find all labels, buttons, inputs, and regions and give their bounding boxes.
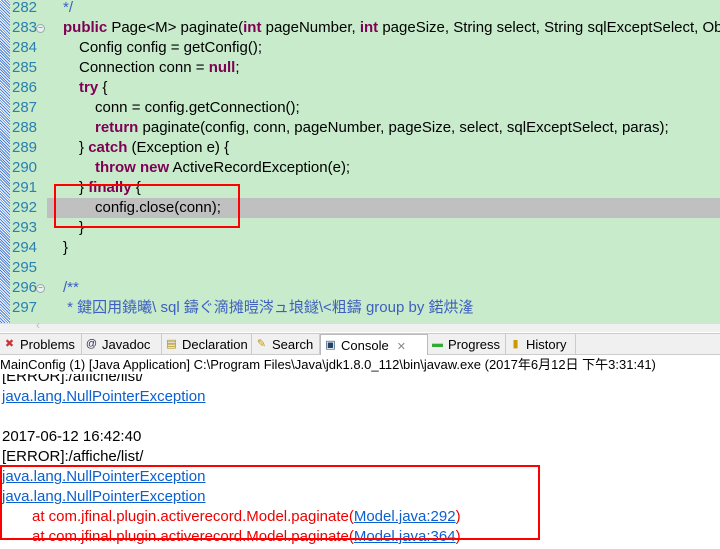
line-number: 293 xyxy=(12,219,38,236)
history-icon: ▮ xyxy=(512,338,519,350)
code-text: ; xyxy=(235,59,240,76)
keyword: public xyxy=(63,19,108,36)
keyword: null xyxy=(208,59,236,76)
scroll-left-icon[interactable]: ‹ xyxy=(36,318,40,332)
code-line[interactable]: Config config = getConfig(); xyxy=(47,38,720,58)
keyword: int xyxy=(243,19,262,36)
tab-label: Progress xyxy=(448,337,501,352)
exception-link[interactable]: java.lang.NullPointerException xyxy=(2,388,205,405)
line-number: 289 xyxy=(12,139,38,156)
code-text: paginate(config, conn, pageNumber, pageS… xyxy=(138,119,669,136)
horizontal-scrollbar[interactable]: ‹ xyxy=(0,318,720,332)
declaration-icon: ▤ xyxy=(166,338,177,350)
tab-label: Problems xyxy=(20,337,75,352)
code-line[interactable] xyxy=(47,258,720,278)
line-number: 290 xyxy=(12,159,38,176)
at-icon: @ xyxy=(85,338,98,350)
fold-toggle-icon[interactable]: − xyxy=(36,284,45,293)
code-line[interactable]: return paginate(config, conn, pageNumber… xyxy=(47,118,720,138)
code-text: pageNumber, xyxy=(261,19,360,36)
annotation-box-exceptions xyxy=(0,465,540,540)
code-line[interactable]: try { xyxy=(47,78,720,98)
tab-label: History xyxy=(526,337,567,352)
code-text: * 鍵囚用鐃曦\ sql 鑄ぐ滴摊暟涔ュ埌鐩\<粗鑄 group by 鍩烘湰 xyxy=(63,299,474,316)
fold-toggle-icon[interactable]: − xyxy=(36,24,45,33)
console-text: [ERROR]:/affiche/list/ xyxy=(2,374,144,385)
tab-label: Declaration xyxy=(182,337,248,352)
tab-console[interactable]: ▣ Console ✕ xyxy=(320,334,428,355)
code-text: conn = config.getConnection(); xyxy=(95,99,300,116)
console-icon: ▣ xyxy=(325,339,336,351)
code-text: */ xyxy=(63,0,74,16)
tab-progress[interactable]: ▬ Progress xyxy=(428,334,506,355)
code-text: /** xyxy=(63,279,79,296)
line-number: 295 xyxy=(12,259,38,276)
console-line: java.lang.NullPointerException xyxy=(2,387,205,407)
tab-label: Console xyxy=(341,338,389,353)
tab-label: Javadoc xyxy=(102,337,151,352)
overview-ruler xyxy=(0,0,10,323)
tab-label: Search xyxy=(272,337,314,352)
code-line[interactable]: */ xyxy=(47,0,720,18)
code-text: (Exception e) { xyxy=(127,139,230,156)
keyword: try xyxy=(79,79,99,96)
keyword: catch xyxy=(88,139,128,156)
code-text: { xyxy=(98,79,108,96)
tab-problems[interactable]: ✖ Problems xyxy=(0,334,82,355)
console-text: 2017-06-12 16:42:40 xyxy=(2,428,142,445)
close-icon[interactable]: ✕ xyxy=(397,341,406,353)
console-line: [ERROR]:/affiche/list/ xyxy=(2,374,143,387)
code-line[interactable]: throw new ActiveRecordException(e); xyxy=(47,158,720,178)
code-text: } xyxy=(63,239,69,256)
line-number: 287 xyxy=(12,99,38,116)
keyword: int xyxy=(359,19,379,36)
console-line: 2017-06-12 16:42:40 xyxy=(2,427,141,447)
code-text: pageSize, String select, String sqlExcep… xyxy=(382,19,720,36)
code-line[interactable]: public Page<M> paginate(int pageNumber, … xyxy=(47,18,720,38)
line-number: 286 xyxy=(12,79,38,96)
annotation-box-finally xyxy=(54,184,240,228)
code-line[interactable]: * 鍵囚用鐃曦\ sql 鑄ぐ滴摊暟涔ュ埌鐩\<粗鑄 group by 鍩烘湰 xyxy=(47,298,720,318)
line-number: 282 xyxy=(12,0,38,16)
code-text: ActiveRecordException(e); xyxy=(169,159,351,176)
tab-declaration[interactable]: ▤ Declaration xyxy=(162,334,252,355)
code-line[interactable]: /** xyxy=(47,278,720,298)
code-text: Config config = getConfig(); xyxy=(79,39,263,56)
line-number: 297 xyxy=(12,299,38,316)
code-text: Connection conn = xyxy=(79,59,209,76)
code-line[interactable]: } xyxy=(47,238,720,258)
problems-icon: ✖ xyxy=(4,338,15,350)
keyword: return xyxy=(95,119,139,136)
tab-search[interactable]: ✎ Search xyxy=(252,334,320,355)
line-number: 288 xyxy=(12,119,38,136)
code-text: } xyxy=(79,139,89,156)
keyword: throw xyxy=(95,159,136,176)
line-number: 294 xyxy=(12,239,38,256)
progress-icon: ▬ xyxy=(432,338,443,350)
console-text: [ERROR]:/affiche/list/ xyxy=(2,448,144,465)
code-editor[interactable]: 282 */283− public Page<M> paginate(int pag… xyxy=(0,0,720,323)
code-line[interactable]: } catch (Exception e) { xyxy=(47,138,720,158)
tab-history[interactable]: ▮ History xyxy=(506,334,576,355)
line-number: 285 xyxy=(12,59,38,76)
line-number: 292 xyxy=(12,199,38,216)
console-line: [ERROR]:/affiche/list/ xyxy=(2,447,143,467)
search-icon: ✎ xyxy=(256,338,267,350)
tab-javadoc[interactable]: @ Javadoc xyxy=(82,334,162,355)
console-header: MainConfig (1) [Java Application] C:\Pro… xyxy=(0,356,720,374)
line-number: 291 xyxy=(12,179,38,196)
line-number: 284 xyxy=(12,39,38,56)
keyword: new xyxy=(140,159,170,176)
code-text: Page<M> paginate( xyxy=(107,19,244,36)
code-line[interactable]: conn = config.getConnection(); xyxy=(47,98,720,118)
view-tabs: ✖ Problems @ Javadoc ▤ Declaration ✎ Search ▣ Con… xyxy=(0,333,720,355)
code-line[interactable]: Connection conn = null; xyxy=(47,58,720,78)
